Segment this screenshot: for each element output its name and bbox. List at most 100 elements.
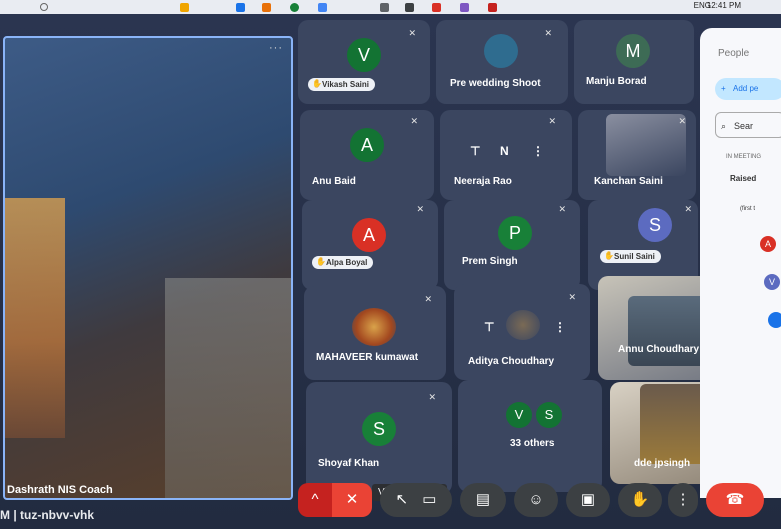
participant-name: MAHAVEER kumawat (316, 352, 419, 363)
tile-menu-icon[interactable]: ⋮ (554, 320, 566, 334)
avatar: A (352, 218, 386, 252)
profile-photo (506, 310, 540, 340)
pin-icon[interactable]: ⊤ (484, 320, 494, 334)
participant-tile[interactable]: A ✕ Alpa Boyal (302, 200, 438, 290)
participant-name: Aditya Choudhary (468, 356, 555, 367)
video-settings-button[interactable]: ↖ ▭ (380, 483, 452, 517)
participant-tile[interactable]: P ✕ Prem Singh (444, 200, 580, 290)
participant-tile[interactable]: M Manju Borad (574, 20, 694, 104)
participant-initial: N (500, 144, 509, 158)
present-button[interactable]: ▣ (566, 483, 610, 517)
video-camera-icon: ▭ (422, 491, 437, 508)
participant-tile[interactable]: ✕ Kanchan Saini (578, 110, 696, 200)
participant-name: Anu Baid (312, 176, 356, 187)
tile-menu-icon[interactable]: ··· (269, 42, 283, 54)
app-icon[interactable] (290, 3, 299, 12)
avatar: V (347, 38, 381, 72)
add-person-icon: + (721, 84, 726, 93)
avatar: A (760, 236, 776, 252)
avatar: V (764, 274, 780, 290)
participant-name: dde jpsingh (634, 458, 691, 469)
participant-tile[interactable]: V ✕ Vikash Saini (298, 20, 430, 104)
emoji-icon: ☺ (528, 491, 544, 508)
search-placeholder: Sear (734, 121, 754, 131)
search-icon[interactable] (40, 3, 48, 11)
mic-off-icon: ✕ (408, 28, 416, 38)
participant-tile[interactable]: V S 33 others (458, 380, 602, 492)
participant-name: Pre wedding Shoot (450, 78, 541, 89)
more-options-button[interactable]: ⋮ (668, 483, 698, 517)
raised-hand-chip: Vikash Saini (308, 78, 375, 91)
app-icon[interactable] (236, 3, 245, 12)
main-video-tile[interactable]: ··· Dashrath NIS Coach (3, 36, 293, 500)
mic-off-icon: ✕ (424, 294, 432, 304)
avatar: M (616, 34, 650, 68)
participant-tile[interactable]: S ✕ Shoyaf Khan (306, 382, 452, 494)
app-icon[interactable] (432, 3, 441, 12)
participant-tile[interactable]: ⊤ ⋮ ✕ Aditya Choudhary (454, 284, 590, 380)
leave-call-button[interactable]: ☎ (706, 483, 764, 517)
app-icon[interactable] (262, 3, 271, 12)
captions-icon: ▤ (475, 491, 491, 508)
mic-off-icon: ✕ (558, 204, 566, 214)
participant-tile[interactable]: ✕ MAHAVEER kumawat (304, 286, 446, 380)
mic-off-icon: ✕ (345, 491, 359, 508)
mic-off-icon: ✕ (428, 392, 436, 402)
participant-tile[interactable]: ⊤ N ⋮ ✕ Neeraja Rao (440, 110, 572, 200)
app-icon[interactable] (405, 3, 414, 12)
meeting-stage: ··· Dashrath NIS Coach V ✕ Vikash Saini … (0, 14, 781, 529)
people-panel: People + Add pe ⌕ Sear IN MEETING Raised… (700, 28, 781, 498)
participant-name: Dashrath NIS Coach (7, 484, 113, 496)
others-count: 33 others (510, 438, 555, 449)
os-taskbar: ENG 12:41 PM (0, 0, 781, 14)
mic-off-icon: ✕ (678, 116, 686, 126)
chevron-up-icon: ^ (311, 491, 319, 508)
add-people-label: Add pe (733, 84, 759, 93)
participant-tile[interactable]: A ✕ Anu Baid (300, 110, 434, 200)
captions-button[interactable]: ▤ (460, 483, 506, 517)
app-icon[interactable] (460, 3, 469, 12)
mic-off-icon: ✕ (684, 204, 692, 214)
raised-hand-chip: Alpa Boyal (312, 256, 374, 269)
search-icon: ⌕ (721, 121, 727, 131)
avatar (484, 34, 518, 68)
raised-hand-chip: Sunil Saini (600, 250, 661, 263)
avatar: V (506, 402, 532, 428)
video-background (165, 278, 291, 498)
app-icon[interactable] (380, 3, 389, 12)
app-icon[interactable] (318, 3, 327, 12)
avatar: S (536, 402, 562, 428)
raised-hands-subtitle: (first t (740, 206, 755, 212)
section-label: IN MEETING (726, 154, 762, 160)
audio-options-button[interactable]: ^ (298, 483, 332, 517)
avatar: A (350, 128, 384, 162)
raised-hands-header[interactable]: Raised (730, 174, 756, 183)
mic-off-icon: ✕ (410, 116, 418, 126)
avatar: S (638, 208, 672, 242)
mic-off-icon: ✕ (416, 204, 424, 214)
participant-tile[interactable]: ✕ Pre wedding Shoot (436, 20, 568, 104)
video-feed (606, 114, 686, 176)
raise-hand-button[interactable]: ✋ (618, 483, 662, 517)
tile-menu-icon[interactable]: ⋮ (532, 144, 544, 158)
participant-name: Kanchan Saini (594, 176, 663, 187)
participant-name: Manju Borad (586, 76, 647, 87)
participant-name: Shoyaf Khan (318, 458, 380, 469)
search-people-input[interactable]: ⌕ Sear (715, 112, 781, 138)
avatar: P (498, 216, 532, 250)
add-people-button[interactable]: + Add pe (715, 78, 781, 100)
app-icon[interactable] (488, 3, 497, 12)
participant-name: Annu Choudhary (618, 344, 700, 355)
meeting-code: M | tuz-nbvv-vhk (0, 508, 95, 522)
video-background (5, 198, 65, 438)
mic-off-icon: ✕ (548, 116, 556, 126)
hang-up-icon: ☎ (725, 491, 745, 508)
participant-name: Prem Singh (462, 256, 518, 267)
pin-icon[interactable]: ⊤ (470, 144, 480, 158)
cursor-icon: ↖ (395, 491, 409, 508)
video-feed (628, 296, 708, 366)
app-icon[interactable] (180, 3, 189, 12)
emoji-button[interactable]: ☺ (514, 483, 558, 517)
mic-toggle-button[interactable]: ✕ (332, 483, 372, 517)
mic-off-icon: ✕ (544, 28, 552, 38)
